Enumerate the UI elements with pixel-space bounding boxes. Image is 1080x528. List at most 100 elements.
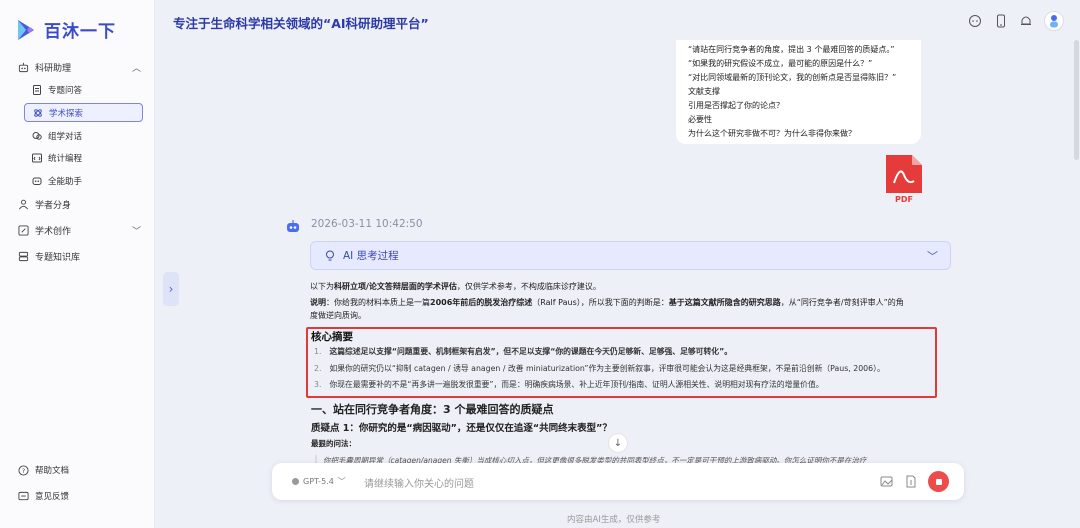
item-text: 你现在最需要补的不是“再多讲一遍脱发很重要”，而是：明确疾病场景、补上近年顶刊/… <box>329 380 824 389</box>
item-text: 如果你的研究仍以“抑制 catagen / 诱导 anagen / 改善 min… <box>329 364 885 373</box>
bell-icon[interactable] <box>1019 14 1033 28</box>
intro-text: 以下为 <box>310 282 334 291</box>
lightbulb-icon <box>326 250 334 260</box>
ai-thinking-toggle[interactable]: AI 思考过程 ﹀ <box>310 241 951 270</box>
person-icon <box>19 199 28 209</box>
scroll-down-button[interactable]: ↓ <box>608 433 628 453</box>
chevron-down-icon: ﹀ <box>337 477 346 486</box>
chevron-down-icon[interactable]: ﹀ <box>132 224 141 237</box>
user-message-line: “对比同领域最新的顶刊论文，我的创新点是否显得陈旧？” <box>688 73 897 82</box>
help-docs-link[interactable]: ? 帮助文档 <box>18 464 69 476</box>
user-message-line: 为什么这个研究非做不可？为什么非得你来做？ <box>688 129 856 138</box>
atom-icon <box>34 108 42 117</box>
help-circle-icon: ? <box>18 464 29 476</box>
logo-icon <box>18 19 34 40</box>
sidebar-item-academic-explore[interactable]: 学术探索 <box>24 103 143 122</box>
nav-research-assistant[interactable]: 科研助理 ︿ <box>18 58 141 76</box>
image-upload-icon[interactable] <box>880 475 893 488</box>
stop-icon <box>935 478 942 485</box>
edit-icon <box>18 224 29 236</box>
code-window-icon <box>32 153 42 162</box>
user-message-line: 文献支撑 <box>688 87 720 96</box>
note-bold: 2006年前后的脱发治疗综述 <box>430 298 533 307</box>
robot-icon <box>18 62 29 72</box>
summary-item: 3. 你现在最需要补的不是“再多讲一遍脱发很重要”，而是：明确疾病场景、补上近年顶… <box>314 379 824 390</box>
chat-input[interactable]: 请继续输入你关心的问题 <box>364 475 474 490</box>
intro-bold: 科研立项/论文答辩层面的学术评估 <box>334 282 457 291</box>
scrollbar[interactable] <box>1074 40 1079 160</box>
feedback-link[interactable]: 意见反馈 <box>18 490 69 502</box>
ai-chat-icon[interactable] <box>968 14 982 28</box>
note-text: ：你给我的材料本质上是一篇 <box>326 298 430 307</box>
mobile-icon[interactable] <box>994 14 1008 28</box>
chevron-up-icon[interactable]: ︿ <box>132 61 141 74</box>
question-heading: 质疑点 1：你研究的是“病因驱动”，还是仅仅在追逐“共同终末表型”？ <box>311 423 612 434</box>
ai-bot-icon <box>287 220 299 232</box>
document-icon <box>33 84 41 95</box>
note-text: （Ralf Paus），所以我下面的判断是： <box>532 298 669 307</box>
nav-scholar-label: 学者分身 <box>35 200 72 211</box>
feedback-label: 意见反馈 <box>35 492 70 502</box>
user-message: “请站在同行竞争者的角度，提出 3 个最难回答的质疑点。” “如果我的研究假设不… <box>676 40 921 144</box>
nav-research-label: 科研助理 <box>35 63 72 74</box>
note-bold: 基于这篇文献所隐含的研究思路 <box>668 298 781 307</box>
note-label: 说明 <box>310 298 326 307</box>
ai-answer-intro: 以下为科研立项/论文答辩层面的学术评估，仅供学术参考，不构成临床诊疗建议。 说明… <box>310 280 960 322</box>
chevron-down-icon: ﹀ <box>927 249 938 263</box>
database-icon <box>18 251 29 261</box>
sidebar-item-label: 组学对话 <box>48 131 83 142</box>
pdf-attachment-icon[interactable]: PDF <box>882 153 926 205</box>
user-avatar[interactable] <box>1044 11 1064 31</box>
sidebar-item-omics-chat[interactable]: 组学对话 <box>24 126 143 145</box>
user-message-line: “如果我的研究假设不成立，最可能的原因是什么？” <box>688 59 873 68</box>
question-label: 最狠的问法： <box>311 439 356 448</box>
header: 专注于生命科学相关领域的“AI科研助理平台” <box>156 0 1080 44</box>
brand-logo[interactable]: 百沐一下 <box>16 17 116 42</box>
ai-disclaimer: 内容由AI生成，仅供参考 <box>567 515 661 525</box>
item-number: 3. <box>314 380 322 389</box>
avatar-icon <box>1050 15 1058 28</box>
intro-text: ，仅供学术参考，不构成临床诊疗建议。 <box>456 282 601 291</box>
chat-bubbles-icon <box>32 131 42 140</box>
note-text: 度做逆向质询。 <box>310 311 366 320</box>
sidebar-toggle-button[interactable]: › <box>163 272 179 306</box>
nav-scholar-avatar[interactable]: 学者分身 <box>18 195 71 213</box>
assistant-icon <box>32 177 42 185</box>
sidebar-item-label: 全能助手 <box>48 176 83 187</box>
chevron-right-icon: › <box>168 282 174 296</box>
message-timestamp: 2026-03-11 10:42:50 <box>311 218 423 230</box>
item-text: 这篇综述足以支撑“问题重要、机制框架有启发”，但不足以支撑“你的课题在今天仍足够… <box>329 347 732 356</box>
user-message-line: 引用是否撑起了你的论点？ <box>688 101 784 110</box>
nav-kb-label: 专题知识库 <box>35 252 81 263</box>
section-heading: 一、站在同行竞争者角度：3 个最难回答的质疑点 <box>311 403 554 416</box>
sidebar-item-topic-qa[interactable]: 专题问答 <box>24 80 143 99</box>
nav-creation-label: 学术创作 <box>35 226 72 237</box>
item-number: 1. <box>314 347 322 356</box>
pdf-label: PDF <box>895 195 913 204</box>
sidebar-item-label: 学术探索 <box>49 108 84 119</box>
svg-text:?: ? <box>22 466 25 474</box>
page-title: 专注于生命科学相关领域的“AI科研助理平台” <box>173 16 429 31</box>
stop-generation-button[interactable] <box>928 471 949 492</box>
file-upload-icon[interactable] <box>904 475 917 488</box>
nav-academic-creation[interactable]: 学术创作 ﹀ <box>18 221 141 239</box>
model-selector[interactable]: GPT-5.4 ﹀ <box>292 476 346 487</box>
model-icon <box>292 478 299 485</box>
chat-input-bar: GPT-5.4 ﹀ 请继续输入你关心的问题 <box>272 463 964 500</box>
summary-title: 核心摘要 <box>311 331 353 343</box>
sidebar-item-label: 统计编程 <box>48 153 83 164</box>
model-name: GPT-5.4 <box>303 477 334 486</box>
nav-knowledge-base[interactable]: 专题知识库 <box>18 247 80 265</box>
feedback-icon <box>18 491 29 500</box>
user-message-line: 必要性 <box>688 115 712 124</box>
thinking-label: AI 思考过程 <box>343 250 399 262</box>
brand-name: 百沐一下 <box>44 22 116 42</box>
arrow-down-icon: ↓ <box>613 437 623 449</box>
help-label: 帮助文档 <box>35 466 70 476</box>
sidebar-item-label: 专题问答 <box>48 85 83 96</box>
user-message-line: “请站在同行竞争者的角度，提出 3 个最难回答的质疑点。” <box>688 45 895 54</box>
sidebar-item-stat-programming[interactable]: 统计编程 <box>24 148 143 167</box>
sidebar-item-all-assistant[interactable]: 全能助手 <box>24 171 143 190</box>
note-text: ，从“同行竞争者/苛刻评审人”的角 <box>780 298 904 307</box>
summary-item: 1. 这篇综述足以支撑“问题重要、机制框架有启发”，但不足以支撑“你的课题在今天仍… <box>314 346 732 357</box>
